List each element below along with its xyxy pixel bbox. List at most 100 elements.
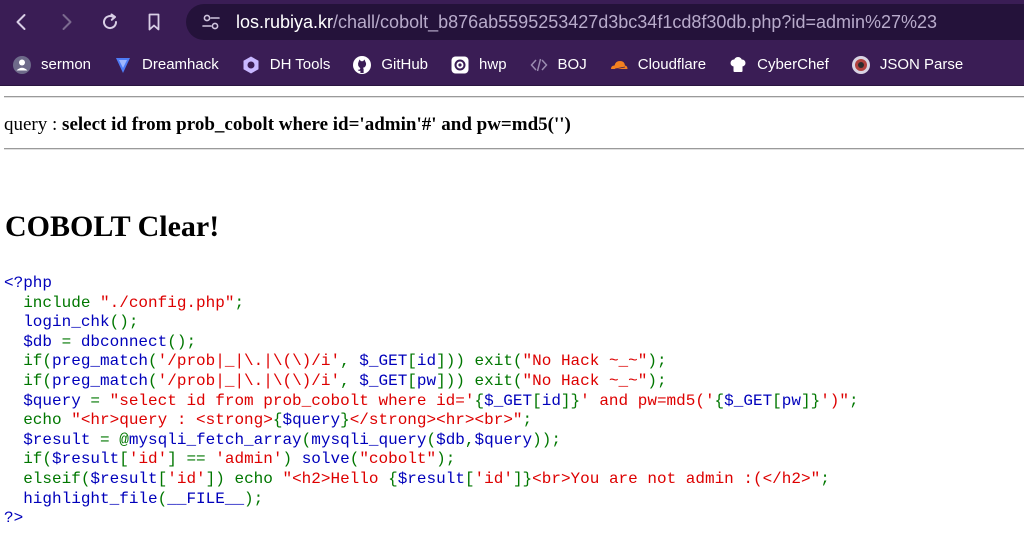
forward-button[interactable] <box>44 0 88 44</box>
source-line: <?php <box>4 274 859 294</box>
code-token: ( <box>301 430 312 449</box>
chevron-left-icon <box>16 14 26 30</box>
code-token: $_GET <box>484 391 533 410</box>
bookmark-label: DH Tools <box>269 56 331 73</box>
code-token: [ <box>464 469 475 488</box>
code-token: __FILE__ <box>167 489 245 508</box>
code-token: "<h2>Hello <box>282 469 389 488</box>
code-token: "<hr>query : <strong> <box>71 411 273 430</box>
code-token: pw <box>781 391 801 410</box>
code-token: ]} <box>560 391 581 410</box>
code-token: $query <box>4 391 91 410</box>
query-line: query : select id from prob_cobolt where… <box>4 114 571 136</box>
code-token: ])) exit( <box>436 371 523 390</box>
code-token: ; <box>522 411 533 430</box>
code-token: pw <box>416 371 437 390</box>
url-path: /chall/cobolt_b876ab5595253427d3bc34f1cd… <box>333 11 938 32</box>
json-parser-icon <box>851 55 871 75</box>
horizontal-rule <box>4 148 1024 150</box>
code-token: include <box>4 293 101 312</box>
code-token: $result <box>52 450 120 469</box>
code-token: = <box>61 332 81 351</box>
bookmark-dh-tools[interactable]: DH Tools <box>241 55 331 75</box>
code-token: "./config.php" <box>100 293 235 312</box>
php-source-code: <?php include "./config.php"; login_chk(… <box>4 274 859 529</box>
code-token: ) <box>282 450 302 469</box>
bookmark-label: CyberChef <box>757 56 829 73</box>
code-token: ; <box>820 469 830 488</box>
code-token: preg_match <box>52 352 149 371</box>
code-token: ' and pw=md5(' <box>580 391 715 410</box>
code-token: mysqli_query <box>311 430 427 449</box>
code-token: ; <box>849 391 859 410</box>
back-button[interactable] <box>0 0 44 44</box>
code-token: login_chk <box>4 313 110 332</box>
bookmark-label: Cloudflare <box>637 56 707 73</box>
source-line: $result = @mysqli_fetch_array(mysqli_que… <box>4 431 859 451</box>
source-line: if(preg_match('/prob|_|\.|\(\)/i', $_GET… <box>4 372 859 392</box>
code-token: $_GET <box>359 371 408 390</box>
code-token: (); <box>167 332 197 351</box>
code-token: if( <box>4 371 53 390</box>
code-token: "No Hack ~_~" <box>522 352 648 371</box>
bookmark-icon <box>148 13 160 31</box>
bookmark-json-parser[interactable]: JSON Parse <box>851 55 963 75</box>
code-token: <?php <box>4 274 53 292</box>
code-token: $result <box>4 430 101 449</box>
code-token: { <box>714 391 725 410</box>
dhtools-icon <box>241 55 261 75</box>
code-token: , <box>464 430 475 449</box>
address-bar[interactable]: los.rubiya.kr/chall/cobolt_b876ab5595253… <box>186 4 1024 40</box>
code-token: highlight_file <box>4 489 158 508</box>
bookmark-hwp[interactable]: hwp <box>450 55 507 75</box>
code-token: ] == <box>167 450 216 469</box>
source-line: ?> <box>4 509 859 529</box>
code-token: ; <box>234 293 245 312</box>
page-content: query : select id from prob_cobolt where… <box>0 86 1024 548</box>
code-token: if( <box>4 352 53 371</box>
bookmark-boj[interactable]: BOJ <box>529 55 587 75</box>
code-token: ?> <box>4 509 24 528</box>
code-token: preg_match <box>52 371 149 390</box>
reload-button[interactable] <box>88 0 132 44</box>
bookmark-cyberchef[interactable]: CyberChef <box>728 55 829 75</box>
query-text: select id from prob_cobolt where id='adm… <box>62 114 571 135</box>
bookmark-page-button[interactable] <box>132 0 176 44</box>
code-token: $_GET <box>359 352 408 371</box>
bookmark-dreamhack[interactable]: Dreamhack <box>113 55 219 75</box>
code-token: = @ <box>100 430 129 449</box>
source-line: $query = "select id from prob_cobolt whe… <box>4 391 859 412</box>
bookmark-github[interactable]: GitHub <box>352 55 428 75</box>
code-token: ); <box>244 489 264 508</box>
code-token: ]} <box>800 391 821 410</box>
code-token: "cobolt" <box>359 450 437 469</box>
cyberchef-icon <box>728 55 748 75</box>
source-line: $db = dbconnect(); <box>4 333 859 353</box>
code-token: id <box>416 352 437 371</box>
code-token: ')" <box>820 391 849 410</box>
site-settings-icon[interactable] <box>200 11 222 33</box>
bookmarks-bar: sermon Dreamhack DH Tools GitHub hwp BOJ… <box>0 44 1024 86</box>
code-token: { <box>388 469 398 488</box>
bookmark-cloudflare[interactable]: Cloudflare <box>609 55 706 75</box>
code-token: [ <box>772 391 782 410</box>
bookmark-label: Dreamhack <box>142 56 219 73</box>
boj-icon <box>529 55 549 75</box>
code-token: ]) echo <box>205 469 283 488</box>
code-token: dbconnect <box>80 332 168 351</box>
code-token: "No Hack ~_~" <box>522 371 648 390</box>
code-token: "select id from prob_cobolt where id=' <box>109 391 475 410</box>
code-token: [ <box>407 352 417 371</box>
code-token: ])) exit( <box>436 352 523 371</box>
bookmark-sermon[interactable]: sermon <box>12 55 91 75</box>
bookmark-label: hwp <box>479 56 507 73</box>
code-token: [ <box>407 371 417 390</box>
source-line: login_chk(); <box>4 313 859 333</box>
code-token: 'id' <box>128 450 168 469</box>
code-token: $query <box>282 411 341 430</box>
sermon-icon <box>12 55 32 75</box>
code-token: ( <box>349 450 360 469</box>
browser-toolbar: los.rubiya.kr/chall/cobolt_b876ab5595253… <box>0 0 1024 44</box>
code-token: ); <box>436 450 456 469</box>
code-token: </strong><hr><br>" <box>349 411 523 430</box>
